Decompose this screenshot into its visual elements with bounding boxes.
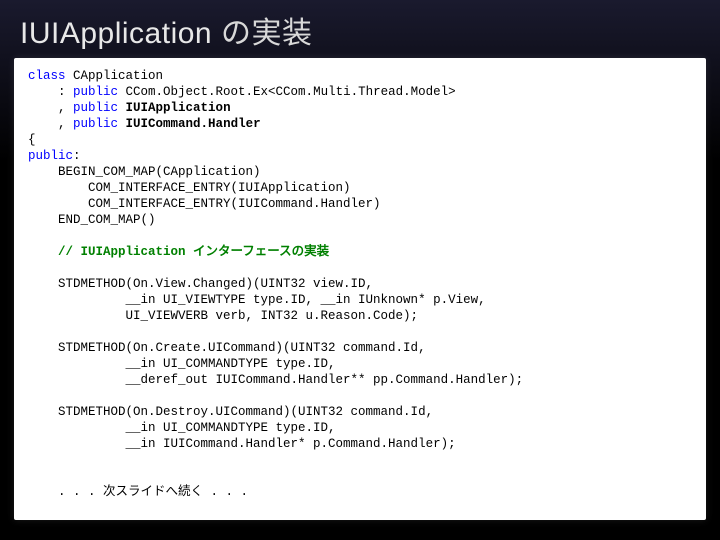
code-text: . . . 次スライドへ続く . . . [28, 485, 248, 499]
code-text: __in IUICommand.Handler* p.Command.Handl… [28, 437, 456, 451]
code-text [118, 101, 126, 115]
code-kw: public [73, 85, 118, 99]
code-block: class CApplication : public CCom.Object.… [28, 68, 692, 500]
code-text: __in UI_COMMANDTYPE type.ID, [28, 421, 336, 435]
code-text: STDMETHOD(On.Create.UICommand)(UINT32 co… [28, 341, 426, 355]
code-comment: // IUIApplication インターフェースの実装 [28, 245, 329, 259]
code-text: COM_INTERFACE_ENTRY(IUIApplication) [28, 181, 351, 195]
title-main: IUIApplication [20, 17, 212, 50]
code-text: , [28, 117, 73, 131]
code-text: END_COM_MAP() [28, 213, 156, 227]
code-text: , [28, 101, 73, 115]
code-text: : [73, 149, 81, 163]
code-text: CApplication [66, 69, 164, 83]
code-kw: class [28, 69, 66, 83]
code-bold: IUIApplication [126, 101, 231, 115]
code-text: STDMETHOD(On.View.Changed)(UINT32 view.I… [28, 277, 373, 291]
code-bold: IUICommand.Handler [126, 117, 261, 131]
slide-title: IUIApplication の実装 [0, 0, 720, 58]
code-text: CCom.Object.Root.Ex<CCom.Multi.Thread.Mo… [118, 85, 456, 99]
code-text: BEGIN_COM_MAP(CApplication) [28, 165, 261, 179]
code-kw: public [73, 101, 118, 115]
code-kw: public [73, 117, 118, 131]
code-text: { [28, 133, 36, 147]
code-text: UI_VIEWVERB verb, INT32 u.Reason.Code); [28, 309, 418, 323]
title-sub: の実装 [212, 17, 312, 50]
code-text [118, 117, 126, 131]
code-kw: public [28, 149, 73, 163]
code-text: __deref_out IUICommand.Handler** pp.Comm… [28, 373, 523, 387]
code-text: __in UI_VIEWTYPE type.ID, __in IUnknown*… [28, 293, 486, 307]
code-panel: class CApplication : public CCom.Object.… [14, 58, 706, 520]
code-text: COM_INTERFACE_ENTRY(IUICommand.Handler) [28, 197, 381, 211]
code-text: __in UI_COMMANDTYPE type.ID, [28, 357, 336, 371]
code-text: : [28, 85, 73, 99]
slide: IUIApplication の実装 class CApplication : … [0, 0, 720, 540]
code-text: STDMETHOD(On.Destroy.UICommand)(UINT32 c… [28, 405, 433, 419]
